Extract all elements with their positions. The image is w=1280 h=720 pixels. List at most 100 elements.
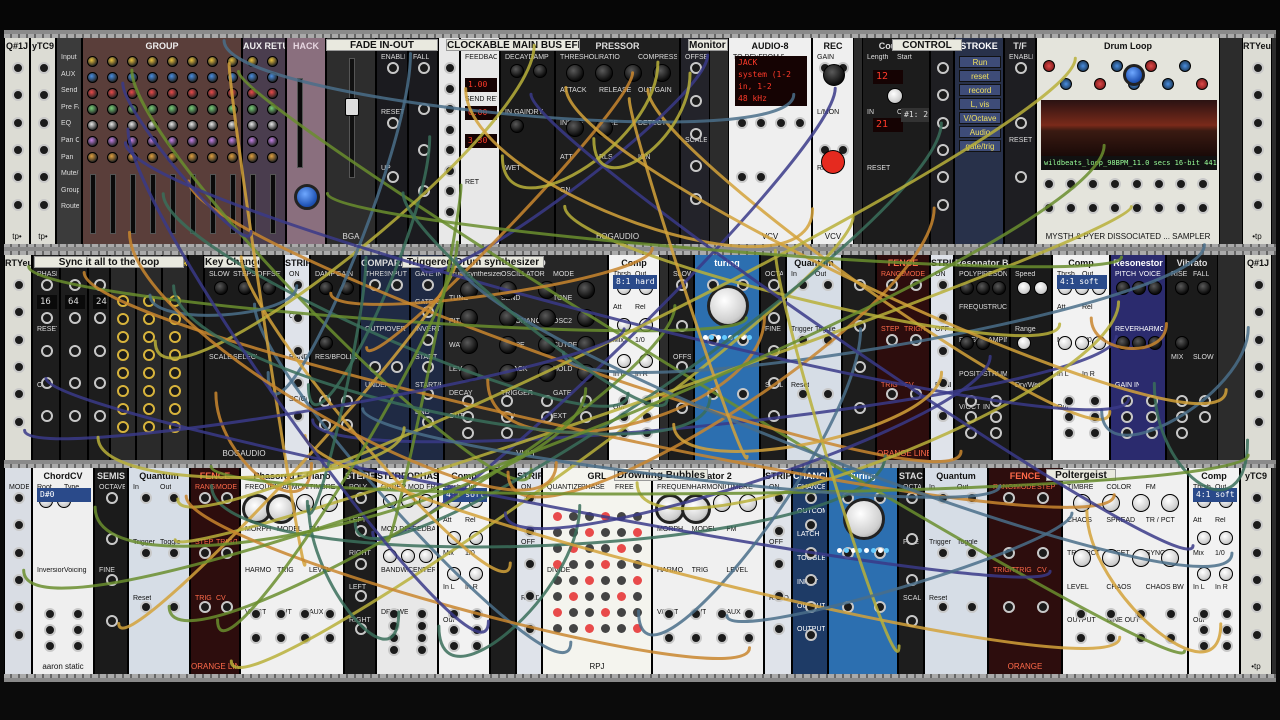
jack-port[interactable] xyxy=(388,644,400,656)
mixer-knob[interactable] xyxy=(267,104,278,115)
jack-port[interactable] xyxy=(444,123,456,136)
knob[interactable] xyxy=(576,308,595,327)
jack-port[interactable] xyxy=(221,601,233,614)
jack-port[interactable] xyxy=(1015,62,1027,74)
jack-port[interactable] xyxy=(1003,601,1015,614)
drumloop-port[interactable] xyxy=(1175,202,1187,214)
grid-step[interactable] xyxy=(633,528,642,537)
jack-port[interactable] xyxy=(989,395,1002,407)
knob[interactable] xyxy=(565,119,584,137)
mixer-knob[interactable] xyxy=(127,72,138,83)
jack-port[interactable] xyxy=(416,632,428,644)
knob[interactable] xyxy=(639,354,653,369)
knob[interactable] xyxy=(1148,281,1162,295)
jack-port[interactable] xyxy=(964,411,977,423)
knob[interactable] xyxy=(624,64,643,82)
jack-port[interactable] xyxy=(937,279,949,291)
grid-step[interactable] xyxy=(617,528,626,537)
grid-step[interactable] xyxy=(601,544,610,553)
mixer-fader[interactable] xyxy=(270,174,276,234)
jack-port[interactable] xyxy=(689,608,702,620)
mixer-knob[interactable] xyxy=(167,72,178,83)
jack-port[interactable] xyxy=(72,640,84,652)
knob[interactable] xyxy=(214,281,228,295)
jack-port[interactable] xyxy=(1089,395,1101,407)
jack-port[interactable] xyxy=(447,624,460,636)
jack-port[interactable] xyxy=(805,546,817,559)
jack-port[interactable] xyxy=(461,395,474,407)
jack-port[interactable] xyxy=(13,628,25,641)
jack-port[interactable] xyxy=(12,89,24,102)
grid-step[interactable] xyxy=(569,512,578,521)
grid-step[interactable] xyxy=(601,528,610,537)
jack-port[interactable] xyxy=(540,395,553,407)
jack-port[interactable] xyxy=(387,62,399,74)
grid-step[interactable] xyxy=(585,528,594,537)
knob[interactable] xyxy=(1219,530,1233,545)
jack-port[interactable] xyxy=(501,395,514,407)
clock-out-port[interactable] xyxy=(143,367,155,379)
jack-port[interactable] xyxy=(755,171,768,184)
stroke-menu-item[interactable]: Run xyxy=(959,56,1001,68)
knob[interactable] xyxy=(1175,281,1189,295)
jack-port[interactable] xyxy=(416,644,428,656)
mixer-knob[interactable] xyxy=(267,88,278,99)
jack-port[interactable] xyxy=(355,623,367,636)
jack-port[interactable] xyxy=(805,574,817,586)
drumloop-port[interactable] xyxy=(1109,178,1121,190)
knob[interactable] xyxy=(537,336,556,354)
jack-port[interactable] xyxy=(524,557,536,570)
mixer-knob[interactable] xyxy=(167,136,178,147)
mixer-knob[interactable] xyxy=(87,72,98,83)
knob[interactable] xyxy=(1175,336,1189,350)
grid-step[interactable] xyxy=(553,576,562,585)
jack-port[interactable] xyxy=(676,402,688,414)
mixer-knob[interactable] xyxy=(207,88,218,99)
knob[interactable] xyxy=(459,336,478,354)
jack-port[interactable] xyxy=(292,311,304,324)
jack-port[interactable] xyxy=(38,116,50,129)
jack-port[interactable] xyxy=(299,608,312,620)
knob[interactable] xyxy=(447,530,461,545)
knob[interactable] xyxy=(1197,567,1211,582)
jack-port[interactable] xyxy=(369,361,381,373)
mixer-knob[interactable] xyxy=(227,88,238,99)
jack-port[interactable] xyxy=(773,492,785,504)
jack-port[interactable] xyxy=(965,492,978,504)
grid-step[interactable] xyxy=(553,544,562,553)
jack-port[interactable] xyxy=(72,624,84,636)
knob[interactable] xyxy=(565,64,584,82)
jack-port[interactable] xyxy=(1165,632,1177,644)
jack-port[interactable] xyxy=(1105,632,1117,644)
knob[interactable] xyxy=(447,567,461,582)
mixer-knob[interactable] xyxy=(207,72,218,83)
knob[interactable] xyxy=(576,336,595,354)
jack-port[interactable] xyxy=(1063,411,1075,423)
jack-port[interactable] xyxy=(524,623,536,636)
jack-port[interactable] xyxy=(1253,306,1265,319)
mixer-knob[interactable] xyxy=(227,104,238,115)
stroke-menu-item[interactable]: record xyxy=(959,84,1001,96)
mixer-knob[interactable] xyxy=(147,136,158,147)
jack-port[interactable] xyxy=(854,361,866,373)
grid-step[interactable] xyxy=(569,560,578,569)
jack-port[interactable] xyxy=(444,205,456,218)
mixer-knob[interactable] xyxy=(207,120,218,131)
mixer-knob[interactable] xyxy=(147,56,158,67)
jack-port[interactable] xyxy=(199,601,211,614)
jack-port[interactable] xyxy=(663,608,676,620)
knob[interactable] xyxy=(1075,336,1089,350)
jack-port[interactable] xyxy=(38,144,50,156)
fade-fader-handle[interactable] xyxy=(345,98,359,116)
mixer-knob[interactable] xyxy=(107,56,118,67)
knob[interactable] xyxy=(976,336,990,350)
drumloop-port[interactable] xyxy=(1197,202,1209,214)
grid-step[interactable] xyxy=(601,560,610,569)
jack-port[interactable] xyxy=(1220,608,1233,620)
jack-port[interactable] xyxy=(768,410,780,423)
jack-port[interactable] xyxy=(461,427,474,439)
grid-step[interactable] xyxy=(569,624,578,633)
knob[interactable] xyxy=(318,281,333,295)
jack-port[interactable] xyxy=(910,333,922,346)
knob[interactable] xyxy=(1148,336,1162,350)
